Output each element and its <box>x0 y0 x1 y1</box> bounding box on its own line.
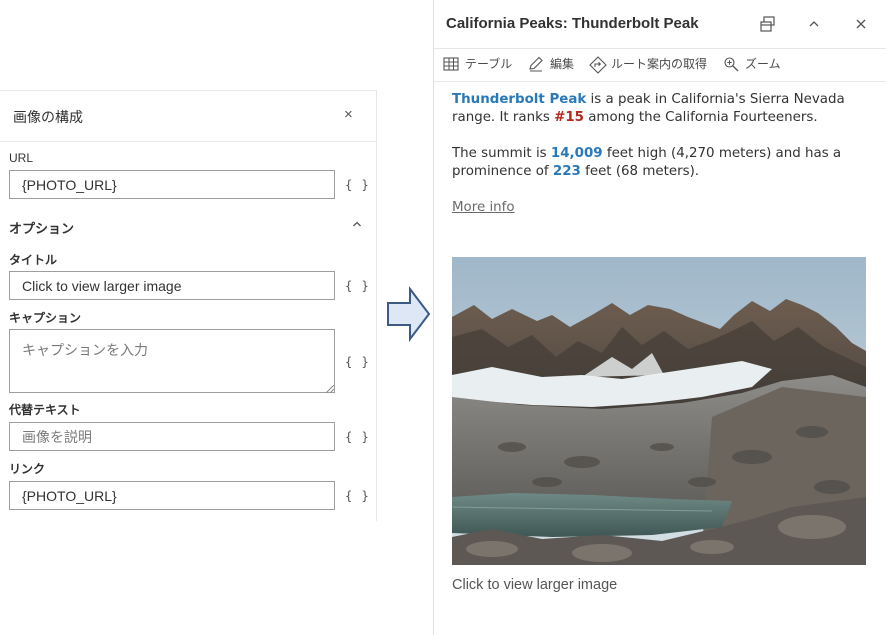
summit-text-3: feet (68 meters). <box>580 164 700 179</box>
title-expression-icon[interactable]: { } <box>345 279 370 293</box>
link-label: リンク <box>9 462 46 476</box>
directions-label: ルート案内の取得 <box>611 57 708 71</box>
rank-value: #15 <box>554 110 584 125</box>
description-text-2: among the California Fourteeners. <box>583 110 818 125</box>
popup-header: California Peaks: Thunderbolt Peak <box>434 0 886 49</box>
peak-name: Thunderbolt Peak <box>452 92 587 107</box>
more-info-link[interactable]: More info <box>452 200 515 215</box>
caption-field[interactable] <box>9 329 335 393</box>
close-icon[interactable] <box>851 14 871 34</box>
url-expression-icon[interactable]: { } <box>345 178 370 192</box>
link-expression-icon[interactable]: { } <box>345 489 370 503</box>
config-header: 画像の構成 × <box>0 91 376 142</box>
popup-title: California Peaks: Thunderbolt Peak <box>446 15 699 32</box>
dock-icon[interactable] <box>758 14 778 34</box>
summit-paragraph: The summit is 14,009 feet high (4,270 me… <box>452 145 864 181</box>
table-icon <box>443 57 459 71</box>
peak-photo[interactable] <box>452 257 866 565</box>
caption-expression-icon[interactable]: { } <box>345 355 370 369</box>
height-value: 14,009 <box>550 146 603 161</box>
close-icon[interactable]: × <box>344 106 353 123</box>
popup-toolbar: テーブル 編集 ルート案内の取得 ズーム <box>434 48 886 82</box>
url-field[interactable] <box>9 170 335 199</box>
url-label: URL <box>9 151 34 165</box>
alt-text-field[interactable] <box>9 422 335 451</box>
resize-grip-icon[interactable] <box>326 385 334 393</box>
caption-label: キャプション <box>9 311 82 325</box>
description-paragraph: Thunderbolt Peak is a peak in California… <box>452 91 864 127</box>
image-config-panel: 画像の構成 × URL { } オプション タイトル { } キャプション { … <box>0 90 377 521</box>
title-label: タイトル <box>9 253 58 267</box>
right-arrow-icon <box>387 286 431 342</box>
chevron-up-icon[interactable] <box>352 219 362 229</box>
collapse-chevron-icon[interactable] <box>804 14 824 34</box>
feature-popup: California Peaks: Thunderbolt Peak テーブル <box>433 0 886 635</box>
popup-content: Thunderbolt Peak is a peak in California… <box>452 91 864 235</box>
alt-text-label: 代替テキスト <box>9 403 81 417</box>
summit-text-1: The summit is <box>452 146 551 161</box>
directions-icon <box>589 56 607 74</box>
title-field[interactable] <box>9 271 335 300</box>
options-section-title[interactable]: オプション <box>9 218 74 237</box>
zoom-label: ズーム <box>745 57 781 71</box>
link-field[interactable] <box>9 481 335 510</box>
alt-text-expression-icon[interactable]: { } <box>345 430 370 444</box>
edit-label: 編集 <box>550 57 575 71</box>
photo-caption: Click to view larger image <box>452 577 618 593</box>
prominence-value: 223 <box>552 164 581 179</box>
edit-icon <box>529 56 543 72</box>
table-label: テーブル <box>465 57 513 71</box>
zoom-icon <box>724 57 739 72</box>
config-title: 画像の構成 <box>13 109 83 125</box>
